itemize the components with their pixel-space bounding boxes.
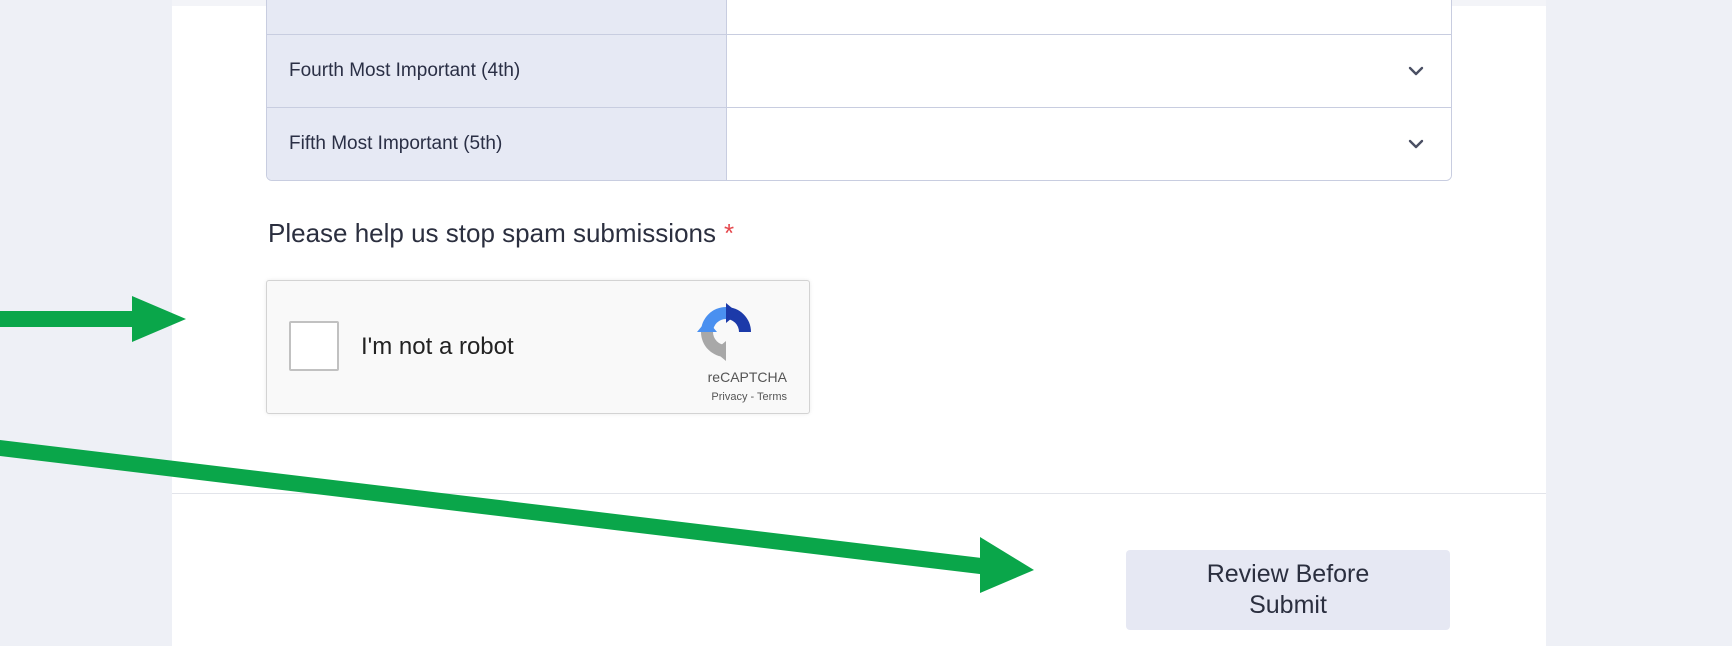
- recaptcha-terms-link[interactable]: Terms: [757, 391, 787, 403]
- page-margin-left: [0, 0, 172, 646]
- ranking-row-label: Fourth Most Important (4th): [267, 35, 727, 107]
- recaptcha-brand: reCAPTCHA: [707, 369, 787, 385]
- fourth-important-select[interactable]: [727, 35, 1451, 107]
- ranking-row-fifth: Fifth Most Important (5th): [267, 107, 1451, 180]
- chevron-down-icon[interactable]: [1405, 60, 1427, 82]
- review-before-submit-button[interactable]: Review Before Submit: [1126, 550, 1450, 630]
- captcha-question-text: Please help us stop spam submissions: [268, 218, 717, 248]
- fifth-important-select[interactable]: [727, 108, 1451, 180]
- ranking-table: Fourth Most Important (4th) Fifth Most I…: [266, 0, 1452, 181]
- recaptcha-privacy-link[interactable]: Privacy: [711, 391, 747, 403]
- ranking-row-label: [267, 0, 727, 34]
- required-mark: *: [724, 218, 735, 248]
- recaptcha-links: Privacy - Terms: [711, 391, 787, 403]
- ranking-row-fourth: Fourth Most Important (4th): [267, 34, 1451, 107]
- captcha-question: Please help us stop spam submissions *: [268, 218, 734, 249]
- ranking-select[interactable]: [727, 0, 1451, 34]
- page-margin-right: [1546, 0, 1732, 646]
- form-card: Fourth Most Important (4th) Fifth Most I…: [172, 0, 1546, 646]
- recaptcha-checkbox-label: I'm not a robot: [361, 333, 514, 360]
- chevron-down-icon[interactable]: [1405, 133, 1427, 155]
- recaptcha-widget: I'm not a robot reCAPTCHA Privacy - Term…: [266, 280, 810, 414]
- recaptcha-checkbox[interactable]: [289, 321, 339, 371]
- ranking-row-label: Fifth Most Important (5th): [267, 108, 727, 180]
- recaptcha-logo-icon: [695, 301, 757, 363]
- ranking-row: [267, 0, 1451, 34]
- section-divider: [172, 493, 1546, 494]
- recaptcha-link-separator: -: [747, 391, 758, 403]
